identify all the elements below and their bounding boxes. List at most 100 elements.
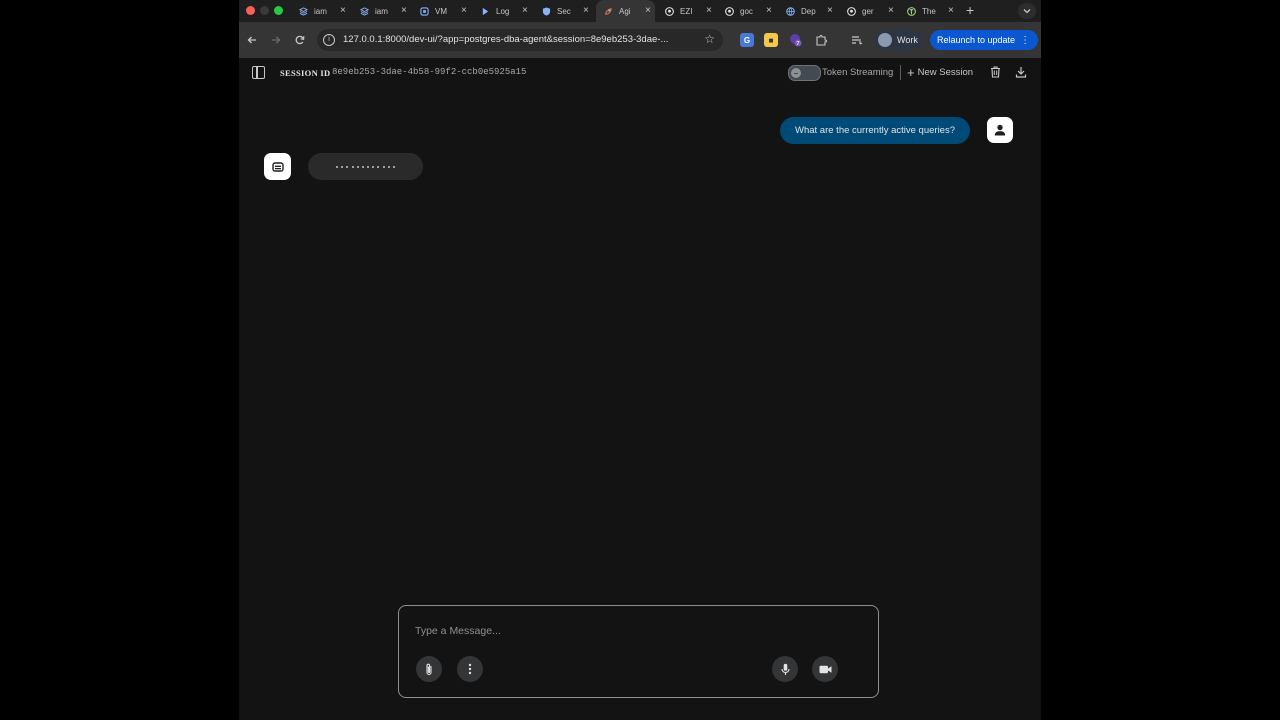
tab-title: ger — [862, 6, 874, 16]
typing-dot — [346, 165, 349, 168]
profile-button[interactable]: Work — [875, 30, 922, 50]
paperclip-icon — [426, 663, 432, 675]
browser-tab-active[interactable]: Agi × — [596, 0, 655, 22]
tab-close-icon[interactable]: × — [583, 6, 589, 16]
browser-tab[interactable]: goc × — [717, 0, 776, 22]
attach-file-button[interactable] — [416, 656, 442, 682]
stack-icon — [360, 6, 369, 16]
relaunch-button[interactable]: Relaunch to update ⋮ — [930, 30, 1038, 50]
tab-close-icon[interactable]: × — [461, 6, 467, 16]
typing-dot — [377, 165, 380, 168]
tab-close-icon[interactable]: × — [522, 6, 528, 16]
address-bar[interactable]: i 127.0.0.1:8000/dev-ui/?app=postgres-db… — [317, 29, 723, 51]
browser-tab[interactable]: VM × — [412, 0, 471, 22]
token-streaming-label: Token Streaming — [822, 67, 894, 78]
tab-title: EZI — [680, 6, 693, 16]
session-id-label: SESSION ID — [280, 68, 331, 78]
typing-dot — [372, 165, 375, 168]
browser-window: iam × iam × VM × Log × Sec × Agi × EZI ×… — [239, 0, 1041, 720]
tab-close-icon[interactable]: × — [948, 6, 954, 16]
back-arrow-icon[interactable] — [244, 32, 260, 48]
typing-dot — [356, 165, 359, 168]
robot-icon — [271, 161, 284, 172]
microphone-icon — [780, 663, 790, 675]
forward-arrow-icon[interactable] — [268, 32, 284, 48]
video-camera-icon — [819, 665, 831, 673]
agent-icon — [604, 7, 613, 16]
profile-label: Work — [897, 35, 918, 45]
reload-icon[interactable] — [292, 32, 308, 48]
globe-icon — [786, 6, 795, 16]
message-input[interactable] — [415, 623, 855, 639]
bookmark-star-icon[interactable]: ☆ — [704, 32, 715, 46]
browser-tab[interactable]: Dep × — [778, 0, 837, 22]
tab-close-icon[interactable]: × — [827, 6, 833, 16]
app-header: SESSION ID 8e9eb253-3dae-4b58-99f2-ccb0e… — [239, 58, 1041, 88]
typing-dot — [367, 165, 370, 168]
more-vert-icon — [468, 663, 472, 675]
typing-dot — [382, 165, 385, 168]
browser-tab[interactable]: iam × — [291, 0, 350, 22]
translate-extension-icon[interactable]: G — [740, 33, 754, 47]
session-id-value: 8e9eb253-3dae-4b58-99f2-ccb0e5925a15 — [332, 67, 527, 77]
tab-title: Dep — [801, 6, 816, 16]
browser-toolbar: i 127.0.0.1:8000/dev-ui/?app=postgres-db… — [239, 22, 1041, 58]
typing-dot — [351, 165, 354, 168]
token-streaming-toggle[interactable] — [788, 65, 821, 81]
tab-close-icon[interactable]: × — [340, 6, 346, 16]
user-message-text: What are the currently active queries? — [795, 125, 955, 136]
tab-close-icon[interactable]: × — [401, 6, 407, 16]
bot-avatar — [264, 153, 291, 180]
badge-extension-icon[interactable]: 7 — [788, 33, 802, 47]
video-camera-button[interactable] — [812, 656, 838, 682]
site-info-icon[interactable]: i — [323, 34, 335, 46]
new-tab-plus-icon[interactable]: + — [966, 3, 974, 17]
typing-dot — [393, 165, 396, 168]
tab-title: iam — [375, 6, 388, 16]
divider — [900, 65, 901, 80]
browser-tab[interactable]: Sec × — [534, 0, 593, 22]
logs-icon — [481, 7, 490, 16]
tab-title: Sec — [557, 6, 571, 16]
typing-dot — [335, 165, 338, 168]
typing-dots — [335, 165, 396, 168]
notes-extension-icon[interactable]: ■ — [764, 33, 778, 47]
more-vert-icon[interactable]: ⋮ — [1020, 35, 1030, 46]
browser-tab[interactable]: EZI × — [657, 0, 716, 22]
address-url[interactable]: 127.0.0.1:8000/dev-ui/?app=postgres-dba-… — [343, 34, 695, 45]
minimize-window-button[interactable] — [260, 6, 269, 15]
github-icon — [725, 6, 734, 16]
relaunch-label: Relaunch to update — [937, 35, 1016, 45]
svg-text:7: 7 — [797, 41, 800, 47]
bot-typing-indicator — [308, 153, 423, 180]
github-icon — [847, 6, 856, 16]
puzzle-extensions-icon[interactable] — [814, 33, 828, 47]
typing-dot — [341, 165, 344, 168]
browser-tab[interactable]: Log × — [473, 0, 532, 22]
tab-strip: iam × iam × VM × Log × Sec × Agi × EZI ×… — [239, 0, 1041, 22]
close-window-button[interactable] — [246, 6, 255, 15]
microphone-button[interactable] — [772, 656, 798, 682]
tab-close-icon[interactable]: × — [888, 6, 894, 16]
plus-icon: + — [907, 64, 915, 80]
tab-title: Agi — [619, 6, 631, 16]
maximize-window-button[interactable] — [274, 6, 283, 15]
delete-trash-icon[interactable] — [988, 65, 1002, 79]
sidebar-toggle-icon[interactable] — [252, 66, 265, 79]
tab-close-icon[interactable]: × — [706, 6, 712, 16]
more-options-button[interactable] — [457, 656, 483, 682]
tab-title: VM — [435, 6, 447, 16]
browser-tab[interactable]: ger × — [839, 0, 898, 22]
download-icon[interactable] — [1014, 65, 1028, 79]
avatar — [878, 33, 892, 47]
browser-tab[interactable]: iam × — [352, 0, 411, 22]
browser-tab[interactable]: The × — [899, 0, 958, 22]
tab-close-icon[interactable]: × — [645, 6, 651, 16]
tab-close-icon[interactable]: × — [766, 6, 772, 16]
tab-search-chevron-icon[interactable] — [1018, 3, 1036, 19]
shield-icon — [542, 6, 551, 16]
media-queue-icon[interactable] — [850, 33, 864, 47]
new-session-button[interactable]: + New Session — [907, 64, 973, 80]
vm-icon — [420, 6, 429, 16]
github-icon — [665, 6, 674, 16]
